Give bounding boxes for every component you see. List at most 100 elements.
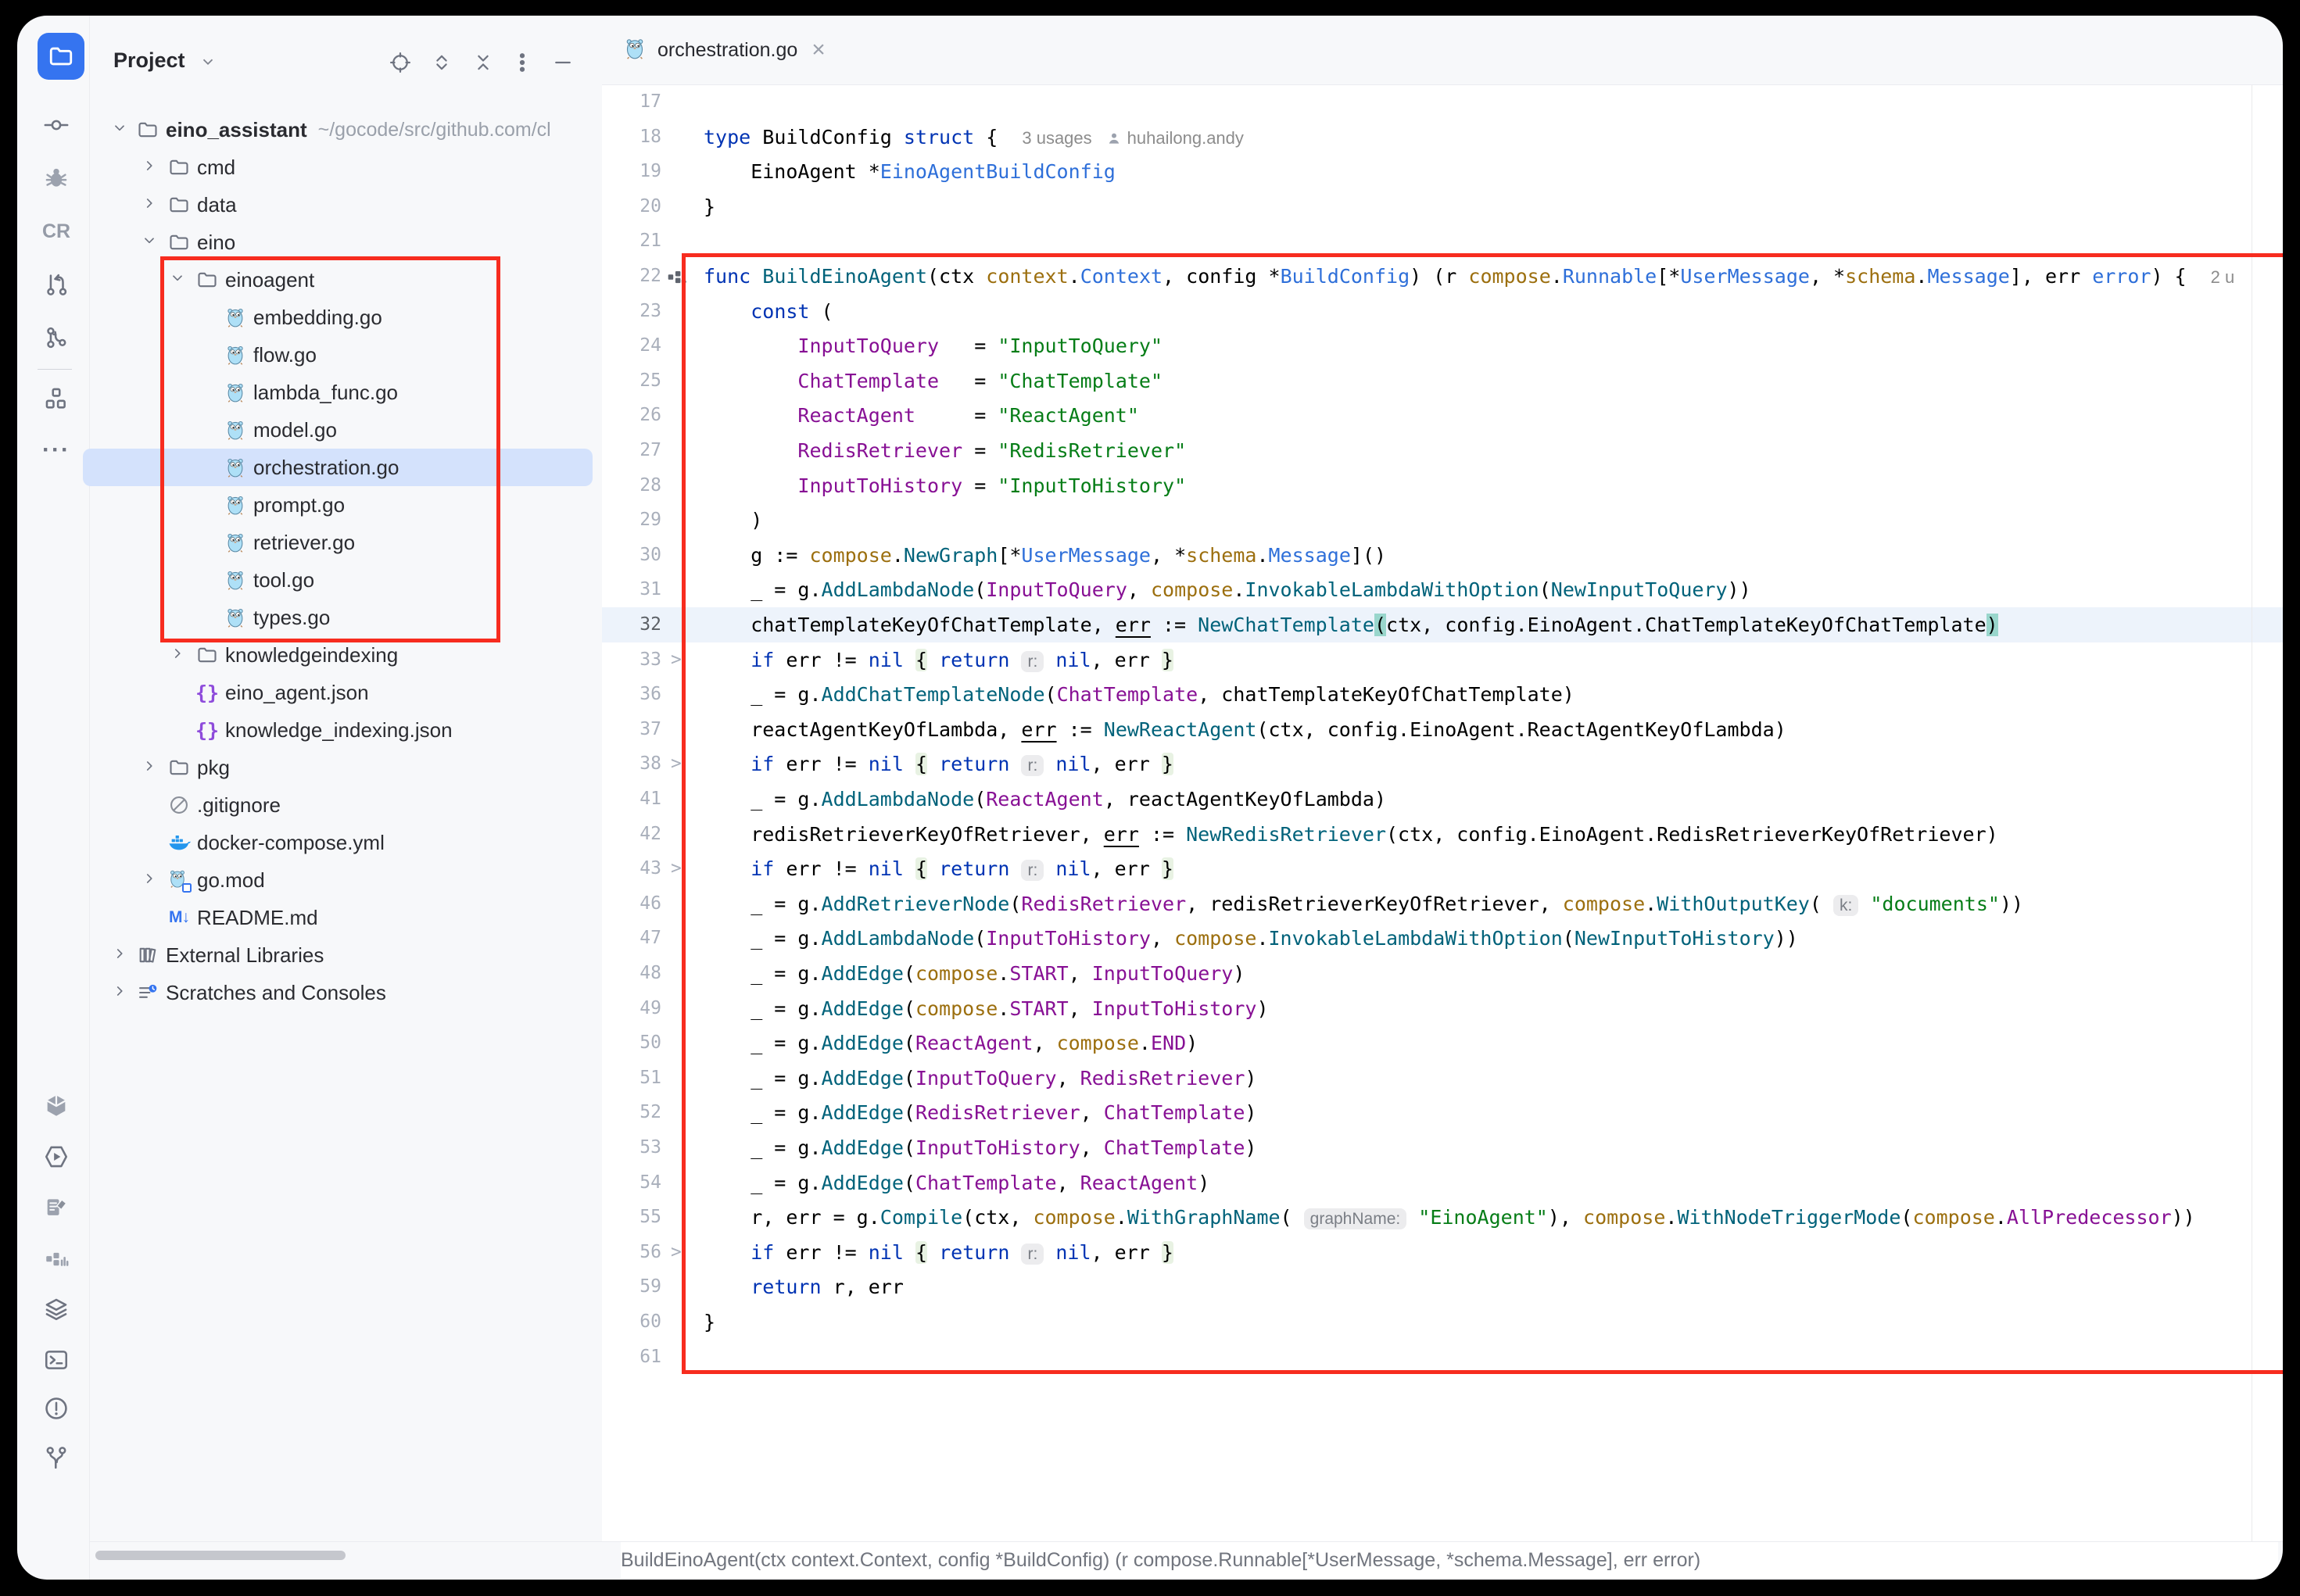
line-number-53[interactable]: 53: [602, 1130, 661, 1165]
line-number-59[interactable]: 59: [602, 1269, 661, 1304]
code-review-icon[interactable]: CR: [41, 216, 72, 247]
line-number-27[interactable]: 27: [602, 433, 661, 468]
chevron-right-icon[interactable]: [111, 945, 130, 964]
line-number-20[interactable]: 20: [602, 189, 661, 224]
services-layers-icon[interactable]: [41, 1294, 72, 1325]
usages-annotation[interactable]: 3 usages: [1022, 128, 1091, 148]
line-number-54[interactable]: 54: [602, 1165, 661, 1201]
line-number-25[interactable]: 25: [602, 363, 661, 399]
tree-item-label: eino_assistant: [166, 118, 307, 142]
tree-item-external-libraries[interactable]: External Libraries: [83, 936, 593, 974]
chevron-down-icon[interactable]: [199, 53, 217, 74]
code-line-20: }: [704, 189, 715, 224]
line-number-28[interactable]: 28: [602, 468, 661, 503]
line-number-17[interactable]: 17: [602, 84, 661, 120]
line-number-49[interactable]: 49: [602, 991, 661, 1026]
line-number-56[interactable]: 56: [602, 1235, 661, 1270]
pull-requests-icon[interactable]: [41, 269, 72, 300]
locate-file-icon[interactable]: [385, 47, 416, 78]
line-number-43[interactable]: 43: [602, 851, 661, 886]
line-number-50[interactable]: 50: [602, 1025, 661, 1061]
structure-icon[interactable]: [41, 383, 72, 414]
gomod-file-icon: [167, 868, 191, 892]
close-icon[interactable]: ×: [808, 38, 829, 62]
expand-all-icon[interactable]: [426, 47, 457, 78]
commit-icon[interactable]: [41, 109, 72, 141]
collapse-all-icon[interactable]: [468, 47, 499, 78]
line-number-55[interactable]: 55: [602, 1200, 661, 1235]
author-annotation[interactable]: huhailong.andy: [1106, 120, 1244, 156]
line-number-48[interactable]: 48: [602, 956, 661, 991]
more-tools-icon[interactable]: ···: [41, 435, 72, 466]
tree-item-label: eino_agent.json: [225, 681, 369, 705]
tree-item-scratches-and-consoles[interactable]: Scratches and Consoles: [83, 974, 593, 1011]
line-number-21[interactable]: 21: [602, 224, 661, 259]
activity-bar: CR ···: [17, 16, 89, 1580]
horizontal-scrollbar[interactable]: [95, 1551, 346, 1560]
line-number-19[interactable]: 19: [602, 154, 661, 189]
line-number-32[interactable]: 32: [602, 607, 661, 642]
line-number-18[interactable]: 18: [602, 120, 661, 155]
line-number-36[interactable]: 36: [602, 677, 661, 712]
tree-item-docker-compose-yml[interactable]: docker-compose.yml: [83, 824, 593, 861]
annotation-box-tree: [160, 256, 500, 642]
tree-item-label: eino: [197, 231, 235, 255]
terminal-icon[interactable]: [41, 1344, 72, 1376]
debugger-icon[interactable]: [41, 163, 72, 194]
project-panel-title[interactable]: Project: [113, 48, 185, 73]
external-libraries-icon: [136, 943, 159, 967]
build-cube-icon[interactable]: [41, 1090, 72, 1122]
line-number-23[interactable]: 23: [602, 294, 661, 329]
line-number-37[interactable]: 37: [602, 712, 661, 747]
line-number-42[interactable]: 42: [602, 817, 661, 852]
chevron-right-icon[interactable]: [141, 870, 159, 889]
tree-item-pkg[interactable]: pkg: [83, 749, 593, 786]
vcs-graph-icon[interactable]: [41, 322, 72, 353]
profiler-icon[interactable]: [41, 1243, 72, 1274]
tree-item-label: go.mod: [197, 868, 265, 893]
line-number-30[interactable]: 30: [602, 538, 661, 573]
branches-icon[interactable]: [41, 1442, 72, 1473]
line-number-61[interactable]: 61: [602, 1340, 661, 1375]
run-anything-icon[interactable]: [41, 1141, 72, 1172]
tree-item-cmd[interactable]: cmd: [83, 149, 593, 186]
chevron-right-icon[interactable]: [141, 157, 159, 176]
tab-orchestration-go[interactable]: orchestration.go ×: [623, 27, 829, 73]
line-number-60[interactable]: 60: [602, 1304, 661, 1340]
line-number-46[interactable]: 46: [602, 886, 661, 921]
line-number-33[interactable]: 33: [602, 642, 661, 678]
line-number-52[interactable]: 52: [602, 1095, 661, 1130]
line-number-47[interactable]: 47: [602, 921, 661, 956]
tree-item-label: docker-compose.yml: [197, 831, 385, 855]
line-number-22[interactable]: 22: [602, 259, 661, 294]
hide-panel-icon[interactable]: [547, 47, 579, 78]
line-number-26[interactable]: 26: [602, 398, 661, 433]
line-number-38[interactable]: 38: [602, 746, 661, 782]
chevron-right-icon[interactable]: [111, 982, 130, 1001]
tree-item-knowledge-indexing-json[interactable]: {}knowledge_indexing.json: [83, 711, 593, 749]
tree-item-go-mod[interactable]: go.mod: [83, 861, 593, 899]
problems-icon[interactable]: [41, 1393, 72, 1424]
chevron-down-icon[interactable]: [141, 232, 159, 251]
chevron-down-icon[interactable]: [111, 120, 130, 138]
tree-item-eino[interactable]: eino: [83, 224, 593, 261]
tree-item-label: pkg: [197, 756, 230, 780]
project-root-path: ~/gocode/src/github.com/cl: [318, 119, 551, 141]
tree-item-eino-agent-json[interactable]: {}eino_agent.json: [83, 674, 593, 711]
chevron-right-icon[interactable]: [141, 757, 159, 776]
line-number-51[interactable]: 51: [602, 1061, 661, 1096]
line-number-24[interactable]: 24: [602, 328, 661, 363]
tree-item-readme-md[interactable]: M↓README.md: [83, 899, 593, 936]
line-number-31[interactable]: 31: [602, 572, 661, 607]
documentation-icon[interactable]: [41, 1192, 72, 1223]
tree-item-data[interactable]: data: [83, 186, 593, 224]
line-number-29[interactable]: 29: [602, 503, 661, 538]
options-kebab-icon[interactable]: [507, 47, 538, 78]
app-logo-icon[interactable]: [38, 33, 84, 80]
tree-item--gitignore[interactable]: .gitignore: [83, 786, 593, 824]
chevron-right-icon[interactable]: [141, 195, 159, 213]
chevron-right-icon[interactable]: [169, 645, 188, 664]
tree-item-eino-assistant[interactable]: eino_assistant ~/gocode/src/github.com/cl: [83, 111, 593, 149]
tree-item-label: Scratches and Consoles: [166, 981, 386, 1005]
line-number-41[interactable]: 41: [602, 782, 661, 817]
